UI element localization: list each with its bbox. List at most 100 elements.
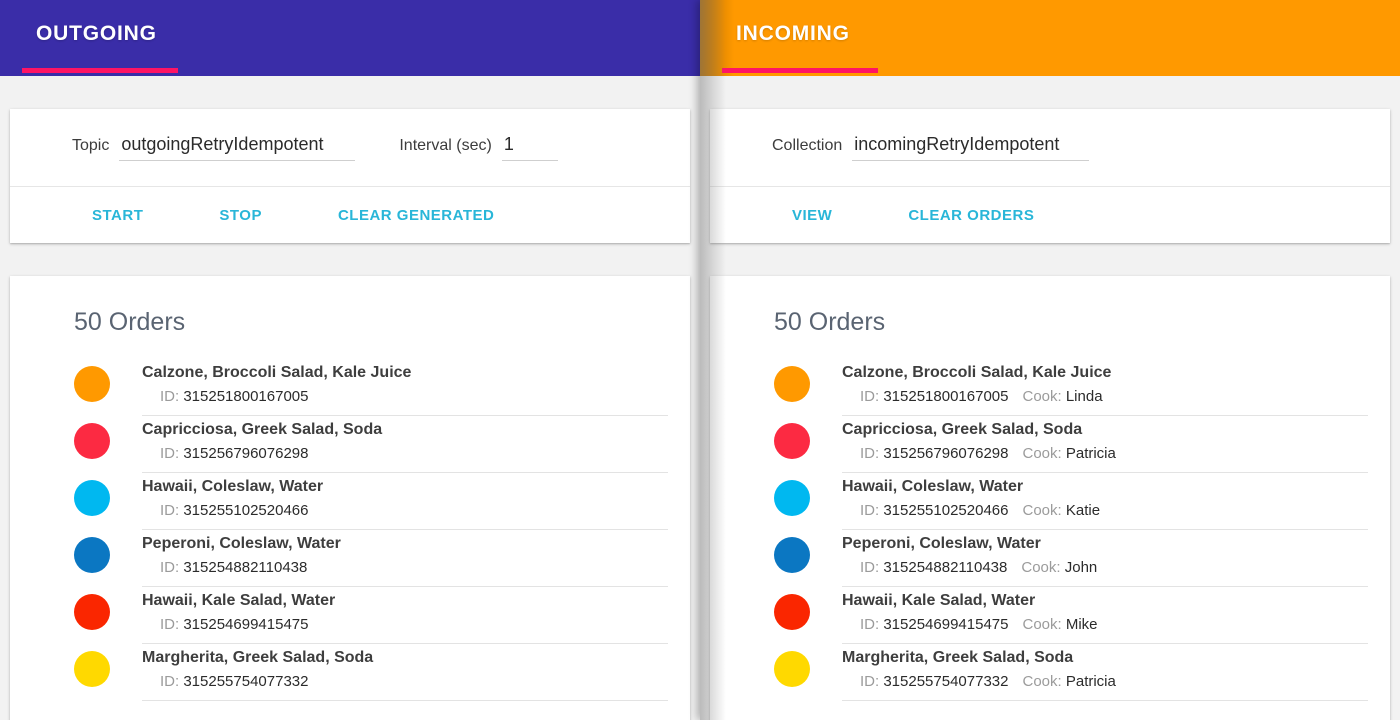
order-list-item[interactable]: Capricciosa, Greek Salad, Soda ID: 315256… [732, 416, 1368, 473]
order-cook-value: Patricia [1065, 673, 1116, 690]
order-items: Hawaii, Kale Salad, Water [142, 592, 336, 609]
order-list-item[interactable]: Hawaii, Coleslaw, Water ID: 3152551025204… [32, 473, 668, 530]
order-id-value: 315255754077332 [883, 673, 1009, 690]
incoming-body: Collection VIEW CLEAR ORDERS 50 Orders C… [700, 76, 1400, 720]
outgoing-body: Topic Interval (sec) START STOP CLEAR GE… [0, 76, 700, 720]
order-id-label: ID: [160, 388, 184, 405]
order-cook-label: Cook: [1022, 445, 1066, 462]
order-text-block: Peperoni, Coleslaw, Water ID: 31525488211… [142, 530, 668, 587]
order-list-item[interactable]: Margherita, Greek Salad, Soda ID: 3152557… [32, 644, 668, 701]
order-id-label: ID: [860, 388, 884, 405]
order-items: Capricciosa, Greek Salad, Soda [842, 421, 1083, 438]
order-id-label: ID: [860, 445, 884, 462]
collection-input[interactable] [852, 134, 1090, 161]
order-text-block: Hawaii, Kale Salad, Water ID: 31525469941… [842, 587, 1368, 644]
order-list-item[interactable]: Calzone, Broccoli Salad, Kale Juice ID: 3… [32, 359, 668, 416]
order-id-label: ID: [860, 616, 884, 633]
order-cook-value: Linda [1065, 388, 1103, 405]
interval-label: Interval (sec) [399, 137, 492, 154]
order-meta: ID: 315256796076298 [142, 441, 668, 468]
incoming-orders-card: 50 Orders Calzone, Broccoli Salad, Kale … [710, 276, 1390, 720]
order-list-item[interactable]: Peperoni, Coleslaw, Water ID: 31525488211… [732, 530, 1368, 587]
collection-label: Collection [772, 137, 843, 154]
order-meta: ID: 315254699415475 [142, 612, 668, 639]
order-text-block: Calzone, Broccoli Salad, Kale Juice ID: 3… [842, 359, 1368, 416]
clear-orders-button[interactable]: CLEAR ORDERS [900, 201, 1042, 230]
start-button[interactable]: START [84, 201, 151, 230]
order-id-label: ID: [160, 445, 184, 462]
order-list-item[interactable]: Hawaii, Kale Salad, Water ID: 31525469941… [32, 587, 668, 644]
outgoing-controls-card: Topic Interval (sec) START STOP CLEAR GE… [10, 109, 690, 243]
tab-incoming[interactable]: INCOMING [736, 22, 850, 46]
order-text-block: Capricciosa, Greek Salad, Soda ID: 315256… [842, 416, 1368, 473]
tab-outgoing-active-indicator [22, 68, 178, 73]
interval-field-group: Interval (sec) [399, 134, 558, 161]
tab-incoming-active-indicator [722, 68, 878, 73]
topic-label: Topic [72, 137, 110, 154]
interval-input[interactable] [501, 134, 558, 161]
order-cook-label: Cook: [1022, 616, 1066, 633]
order-items: Calzone, Broccoli Salad, Kale Juice [842, 364, 1112, 381]
order-id-label: ID: [160, 502, 184, 519]
order-list-item[interactable]: Margherita, Greek Salad, Soda ID: 3152557… [732, 644, 1368, 701]
order-text-block: Peperoni, Coleslaw, Water ID: 31525488211… [842, 530, 1368, 587]
order-items: Hawaii, Coleslaw, Water [842, 478, 1024, 495]
order-id-value: 315254882110438 [883, 559, 1008, 576]
panel-incoming: INCOMING Collection VIEW CLEAR ORDERS 50… [700, 0, 1400, 720]
order-id-label: ID: [160, 673, 184, 690]
order-id-value: 315251800167005 [183, 388, 309, 405]
order-id-label: ID: [860, 559, 884, 576]
incoming-orders-title: 50 Orders [774, 308, 886, 336]
order-status-dot-icon [74, 537, 110, 573]
outgoing-order-list: Calzone, Broccoli Salad, Kale Juice ID: 3… [32, 359, 668, 701]
order-id-value: 315254699415475 [883, 616, 1009, 633]
order-meta: ID: 315255102520466 [142, 498, 668, 525]
order-status-dot-icon [774, 366, 810, 402]
clear-generated-button[interactable]: CLEAR GENERATED [330, 201, 502, 230]
order-id-label: ID: [860, 502, 884, 519]
order-list-item[interactable]: Hawaii, Kale Salad, Water ID: 31525469941… [732, 587, 1368, 644]
order-meta: ID: 315254882110438 [142, 555, 668, 582]
outgoing-fields-row: Topic Interval (sec) [10, 109, 690, 187]
order-status-dot-icon [774, 651, 810, 687]
order-list-item[interactable]: Capricciosa, Greek Salad, Soda ID: 315256… [32, 416, 668, 473]
order-text-block: Hawaii, Coleslaw, Water ID: 3152551025204… [142, 473, 668, 530]
order-id-value: 315256796076298 [883, 445, 1009, 462]
incoming-order-list: Calzone, Broccoli Salad, Kale Juice ID: 3… [732, 359, 1368, 701]
outgoing-orders-title: 50 Orders [74, 308, 186, 336]
order-items: Margherita, Greek Salad, Soda [142, 649, 374, 666]
order-text-block: Capricciosa, Greek Salad, Soda ID: 315256… [142, 416, 668, 473]
order-items: Hawaii, Kale Salad, Water [842, 592, 1036, 609]
stop-button[interactable]: STOP [211, 201, 270, 230]
order-id-label: ID: [160, 616, 184, 633]
order-text-block: Margherita, Greek Salad, Soda ID: 3152557… [842, 644, 1368, 701]
view-button[interactable]: VIEW [784, 201, 840, 230]
order-text-block: Hawaii, Kale Salad, Water ID: 31525469941… [142, 587, 668, 644]
topic-input[interactable] [119, 134, 356, 161]
order-list-item[interactable]: Calzone, Broccoli Salad, Kale Juice ID: 3… [732, 359, 1368, 416]
order-text-block: Margherita, Greek Salad, Soda ID: 3152557… [142, 644, 668, 701]
order-cook-value: Katie [1065, 502, 1101, 519]
incoming-actions-row: VIEW CLEAR ORDERS [710, 187, 1390, 243]
incoming-controls-card: Collection VIEW CLEAR ORDERS [710, 109, 1390, 243]
outgoing-actions-row: START STOP CLEAR GENERATED [10, 187, 690, 243]
order-meta: ID: 315256796076298 Cook: Patricia [842, 441, 1368, 468]
order-meta: ID: 315251800167005 [142, 384, 668, 411]
order-list-item[interactable]: Hawaii, Coleslaw, Water ID: 3152551025204… [732, 473, 1368, 530]
order-meta: ID: 315254699415475 Cook: Mike [842, 612, 1368, 639]
order-status-dot-icon [774, 423, 810, 459]
order-cook-label: Cook: [1021, 559, 1065, 576]
topic-field-group: Topic [72, 134, 356, 161]
order-cook-label: Cook: [1022, 673, 1066, 690]
tab-outgoing[interactable]: OUTGOING [36, 22, 157, 46]
order-list-item[interactable]: Peperoni, Coleslaw, Water ID: 31525488211… [32, 530, 668, 587]
order-status-dot-icon [74, 423, 110, 459]
order-items: Capricciosa, Greek Salad, Soda [142, 421, 383, 438]
order-id-label: ID: [160, 559, 184, 576]
incoming-topbar: INCOMING [700, 0, 1400, 76]
order-cook-value: Patricia [1065, 445, 1116, 462]
order-status-dot-icon [774, 480, 810, 516]
order-items: Peperoni, Coleslaw, Water [142, 535, 341, 552]
order-cook-value: John [1064, 559, 1098, 576]
order-id-value: 315255102520466 [183, 502, 309, 519]
